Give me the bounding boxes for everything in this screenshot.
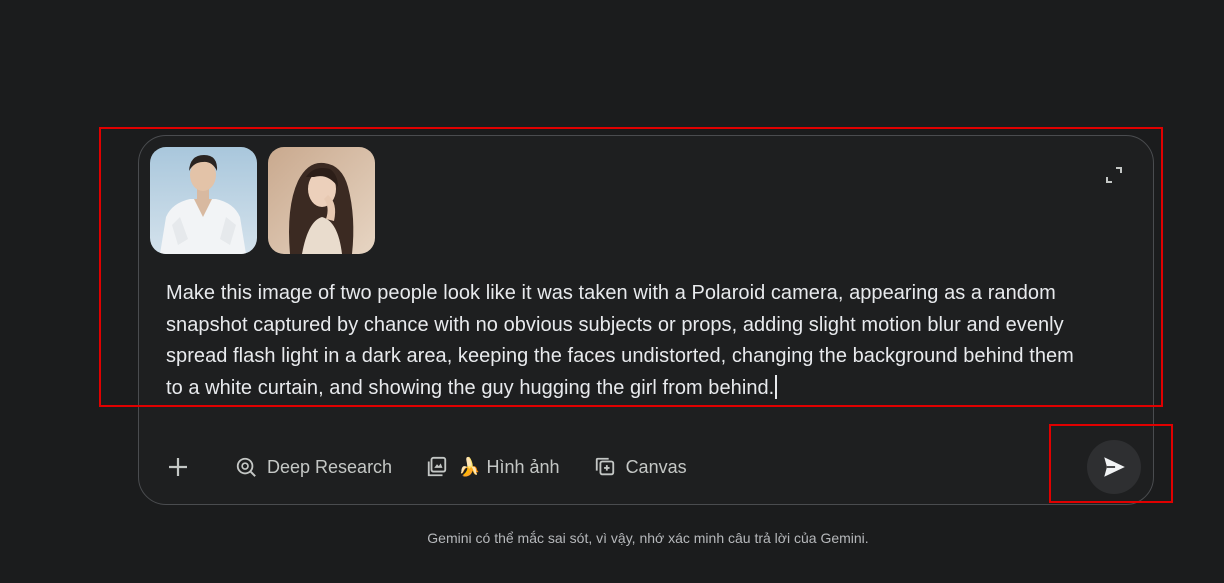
deep-research-icon (235, 456, 257, 478)
send-button[interactable] (1087, 440, 1141, 494)
man-photo-image (150, 147, 257, 254)
prompt-input[interactable]: Make this image of two people look like … (166, 278, 1096, 404)
plus-icon (167, 456, 189, 478)
attachment-list (150, 147, 375, 254)
composer-toolbar: Deep Research 🍌 Hình ảnh Canvas (159, 448, 697, 486)
image-generation-button[interactable]: 🍌 Hình ảnh (416, 448, 569, 486)
gemini-page: Make this image of two people look like … (0, 0, 1224, 583)
attachment-thumbnail-woman[interactable] (268, 147, 375, 254)
woman-photo-image (268, 147, 375, 254)
expand-icon[interactable] (1103, 164, 1125, 186)
image-generation-label: Hình ảnh (486, 456, 560, 477)
deep-research-label: Deep Research (267, 456, 393, 477)
disclaimer-text: Gemini có thể mắc sai sót, vì vậy, nhớ x… (427, 530, 869, 546)
banana-emoji: 🍌 (458, 456, 481, 477)
add-attachment-button[interactable] (159, 448, 197, 486)
prompt-composer: Make this image of two people look like … (138, 135, 1154, 505)
send-icon (1104, 457, 1125, 477)
canvas-icon (594, 456, 616, 478)
deep-research-button[interactable]: Deep Research (225, 448, 402, 486)
canvas-button[interactable]: Canvas (584, 448, 697, 486)
image-gallery-icon (426, 456, 448, 478)
prompt-text: Make this image of two people look like … (166, 282, 1074, 399)
text-caret (775, 374, 777, 399)
attachment-thumbnail-man[interactable] (150, 147, 257, 254)
canvas-label: Canvas (625, 456, 687, 477)
